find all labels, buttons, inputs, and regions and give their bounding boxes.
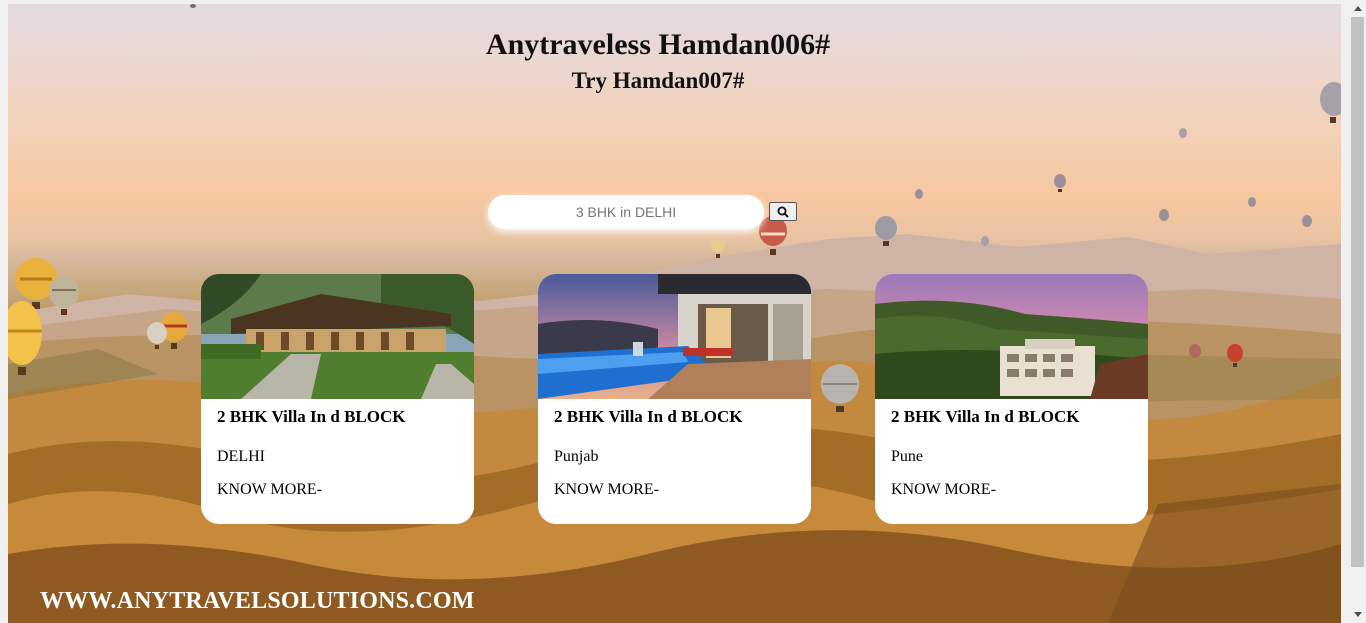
scrollbar-thumb[interactable]	[1351, 17, 1364, 567]
arrow-up-icon	[1353, 6, 1362, 11]
property-card[interactable]: 2 BHK Villa In d BLOCK Pune KNOW MORE-	[875, 274, 1148, 524]
balloon-decoration	[915, 189, 923, 199]
search-input[interactable]	[488, 195, 764, 229]
balloon-decoration	[875, 216, 897, 246]
card-title: 2 BHK Villa In d BLOCK	[554, 407, 743, 426]
balloon-decoration	[1189, 344, 1201, 358]
balloon-decoration	[1054, 174, 1066, 192]
page-subtitle: Try Hamdan007#	[571, 68, 745, 93]
property-card[interactable]: 2 BHK Villa In d BLOCK Punjab KNOW MORE-	[538, 274, 811, 524]
search-button[interactable]	[769, 202, 797, 221]
know-more-link[interactable]: KNOW MORE-	[891, 481, 996, 499]
know-more-link[interactable]: KNOW MORE-	[554, 481, 659, 499]
property-card[interactable]: 2 BHK Villa In d BLOCK DELHI KNOW MORE-	[201, 274, 474, 524]
card-title: 2 BHK Villa In d BLOCK	[891, 407, 1080, 426]
scroll-up-button[interactable]	[1349, 0, 1366, 17]
search-icon	[777, 206, 789, 218]
balloon-decoration	[711, 237, 725, 258]
villa-garden-photo	[201, 274, 474, 399]
villa-pool-photo	[538, 274, 811, 399]
card-location: Pune	[891, 448, 923, 465]
balloon-decoration	[1320, 82, 1341, 123]
know-more-link[interactable]: KNOW MORE-	[217, 481, 322, 499]
balloon-decoration	[8, 301, 42, 375]
balloon-decoration	[147, 322, 167, 349]
scroll-down-button[interactable]	[1349, 606, 1366, 623]
balloon-decoration	[1227, 344, 1243, 367]
villa-hillside-photo	[875, 274, 1148, 399]
card-title: 2 BHK Villa In d BLOCK	[217, 407, 406, 426]
balloon-decoration	[1302, 215, 1312, 227]
balloon-decoration	[759, 216, 787, 255]
page-title: Anytraveless Hamdan006#	[485, 28, 831, 61]
website-footer: WWW.ANYTRAVELSOLUTIONS.COM	[40, 588, 475, 614]
balloon-decoration	[1179, 128, 1187, 138]
card-location: Punjab	[554, 448, 599, 465]
vertical-scrollbar[interactable]	[1349, 0, 1366, 623]
hero-background: Anytraveless Hamdan006# Try Hamdan007# 2…	[8, 4, 1341, 623]
balloon-decoration	[821, 364, 859, 412]
balloon-decoration	[1159, 209, 1169, 221]
balloon-decoration	[981, 236, 989, 246]
balloon-decoration	[1248, 197, 1256, 207]
card-location: DELHI	[217, 448, 265, 465]
arrow-down-icon	[1353, 612, 1362, 617]
balloon-decoration	[49, 276, 79, 315]
balloon-decoration	[190, 4, 196, 8]
